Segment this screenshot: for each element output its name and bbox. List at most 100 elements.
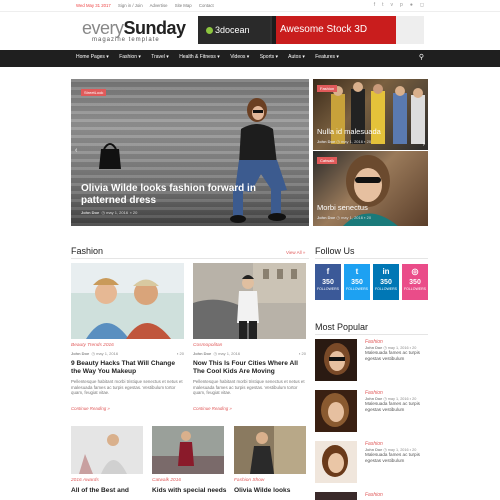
twitter-count: 350: [351, 279, 363, 286]
featured-slide-1[interactable]: Fashion Nulla id malesuada John Doe ◷ ma…: [313, 79, 428, 150]
view-all-link[interactable]: View All »: [286, 250, 305, 255]
sign-in-link[interactable]: Sign in / Join: [118, 3, 143, 8]
twitter-icon[interactable]: t: [382, 2, 383, 8]
nav-item-home-pages[interactable]: Home Pages ▾: [76, 54, 109, 60]
small-article-1-title[interactable]: All of the Best and: [71, 487, 143, 495]
article-1-category[interactable]: Beauty Trends 2016: [71, 343, 114, 348]
popular-4-image[interactable]: [315, 492, 357, 500]
popular-3-text: Fashion John Doe ◷ may 1, 2016 ▪ 20 Male…: [365, 441, 428, 464]
main-nav: Home Pages ▾ Fashion ▾ Travel ▾ Health &…: [0, 50, 500, 67]
popular-1-image[interactable]: [315, 339, 357, 381]
site-map-link[interactable]: Site Map: [175, 3, 192, 8]
featured-slide-2[interactable]: Catwalk Morbi senectus John Doe ◷ may 1,…: [313, 151, 428, 226]
search-icon[interactable]: ⚲: [419, 53, 424, 61]
article-2-photo: [193, 263, 306, 339]
hero-author[interactable]: John Doe: [81, 210, 99, 215]
featured-1-meta: John Doe ◷ may 1, 2016 ▪ 20: [317, 139, 372, 144]
article-2-author[interactable]: John Doe: [193, 351, 211, 356]
site-logo[interactable]: everySunday magazine template: [82, 18, 186, 43]
follow-divider: [315, 258, 428, 259]
featured-next-arrow[interactable]: ›: [423, 141, 425, 148]
small-article-3-image[interactable]: [234, 426, 306, 474]
article-1-comments: 20: [179, 351, 184, 356]
featured-2-date: may 1, 2016: [340, 215, 363, 220]
nav-item-health-fitness[interactable]: Health & Fitness ▾: [179, 54, 220, 60]
popular-1-title[interactable]: Malesuada fames ac turpis egestas vestib…: [365, 350, 428, 362]
hero-slide[interactable]: StreetLook ‹ Olivia Wilde looks fashion …: [71, 79, 309, 226]
featured-2-title[interactable]: Morbi senectus: [317, 203, 368, 212]
dribbble-label: FOLLOWERS: [404, 287, 426, 291]
hero-tag[interactable]: StreetLook: [81, 89, 107, 96]
article-2-read-more[interactable]: Continue Reading »: [193, 406, 232, 411]
article-2-category[interactable]: Cosmopolitan: [193, 343, 222, 348]
linkedin-icon: in: [382, 267, 390, 276]
featured-2-tag[interactable]: Catwalk: [317, 157, 338, 164]
popular-3-image[interactable]: [315, 441, 357, 483]
nav-item-autos[interactable]: Autos ▾: [288, 54, 305, 60]
hero-title[interactable]: Olivia Wilde looks fashion forward in pa…: [81, 183, 281, 207]
small-article-3-title[interactable]: Olivia Wilde looks: [234, 487, 306, 495]
nav-item-videos[interactable]: Videos ▾: [230, 54, 249, 60]
nav-item-fashion[interactable]: Fashion ▾: [119, 54, 141, 60]
small-article-1-category[interactable]: 2016 Awards: [71, 478, 99, 483]
featured-1-date: may 1, 2016: [340, 139, 363, 144]
small-article-2-category[interactable]: Catwalk 2016: [152, 478, 181, 483]
nav-item-travel[interactable]: Travel ▾: [151, 54, 169, 60]
small-article-3-category[interactable]: Fashion Show: [234, 478, 264, 483]
popular-heading: Most Popular: [315, 322, 369, 332]
article-2-image[interactable]: [193, 263, 306, 339]
vimeo-icon[interactable]: v: [391, 2, 394, 8]
facebook-follow-box[interactable]: f 350 FOLLOWERS: [315, 264, 341, 300]
article-1-meta: John Doe ◷ may 1, 2016 ▪ 20: [71, 351, 184, 356]
logo-part1: every: [82, 18, 124, 38]
popular-4-category[interactable]: Fashion: [365, 492, 428, 498]
nav-item-sports[interactable]: Sports ▾: [260, 54, 278, 60]
article-1-image[interactable]: [71, 263, 184, 339]
article-2-date: may 1, 2016: [218, 351, 241, 356]
hero-comments: 20: [132, 210, 138, 215]
article-2-excerpt: Pellentesque habitant morbi tristique se…: [193, 379, 305, 396]
popular-2-text: Fashion John Doe ◷ may 1, 2016 ▪ 20 Male…: [365, 390, 428, 413]
linkedin-follow-box[interactable]: in 350 FOLLOWERS: [373, 264, 399, 300]
hero-meta: John Doe ◷ may 1, 2016 ▪ 20: [81, 210, 138, 215]
ad-banner[interactable]: 3docean Awesome Stock 3D: [198, 16, 424, 44]
flickr-icon[interactable]: ●: [410, 2, 413, 8]
popular-2-title[interactable]: Malesuada fames ac turpis egestas vestib…: [365, 401, 428, 413]
banner-brand-text: 3docean: [215, 25, 250, 35]
pinterest-icon[interactable]: p: [400, 2, 403, 8]
article-2-title[interactable]: Now This Is Four Cities Where All The Co…: [193, 360, 306, 376]
article-1-author[interactable]: John Doe: [71, 351, 89, 356]
featured-2-meta: John Doe ◷ may 1, 2016 ▪ 20: [317, 215, 372, 220]
linkedin-count: 350: [380, 279, 392, 286]
fashion-divider: [71, 258, 309, 259]
instagram-icon[interactable]: ◻: [420, 2, 424, 8]
hero-prev-arrow[interactable]: ‹: [75, 147, 77, 154]
linkedin-label: FOLLOWERS: [375, 287, 397, 291]
facebook-icon[interactable]: f: [374, 2, 375, 8]
featured-1-author[interactable]: John Doe: [317, 139, 335, 144]
fashion-heading: Fashion: [71, 246, 104, 256]
small-article-2-image[interactable]: [152, 426, 224, 474]
follow-heading: Follow Us: [315, 246, 355, 256]
article-2-meta: John Doe ◷ may 1, 2016 ▪ 20: [193, 351, 306, 356]
contact-link[interactable]: Contact: [199, 3, 214, 8]
featured-2-author[interactable]: John Doe: [317, 215, 335, 220]
twitter-label: FOLLOWERS: [346, 287, 368, 291]
featured-1-tag[interactable]: Fashion: [317, 85, 338, 92]
popular-3-title[interactable]: Malesuada fames ac turpis egestas vestib…: [365, 452, 428, 464]
article-1-read-more[interactable]: Continue Reading »: [71, 406, 110, 411]
nav-item-features[interactable]: Features ▾: [315, 54, 339, 60]
twitter-icon: t: [355, 267, 359, 276]
nav-items: Home Pages ▾ Fashion ▾ Travel ▾ Health &…: [76, 54, 348, 60]
popular-2-image[interactable]: [315, 390, 357, 432]
popular-3-photo: [315, 441, 357, 483]
small-article-1-image[interactable]: [71, 426, 143, 474]
current-date: Wed May 31 2017: [76, 3, 111, 8]
top-bar: Wed May 31 2017 Sign in / Join Advertise…: [0, 0, 500, 12]
article-1-title[interactable]: 9 Beauty Hacks That Will Change the Way …: [71, 360, 184, 376]
small-article-2-title[interactable]: Kids with special needs: [152, 487, 230, 495]
advertise-link[interactable]: Advertise: [150, 3, 168, 8]
featured-1-title[interactable]: Nulla id malesuada: [317, 127, 381, 136]
twitter-follow-box[interactable]: t 350 FOLLOWERS: [344, 264, 370, 300]
dribbble-follow-box[interactable]: ◎ 350 FOLLOWERS: [402, 264, 428, 300]
